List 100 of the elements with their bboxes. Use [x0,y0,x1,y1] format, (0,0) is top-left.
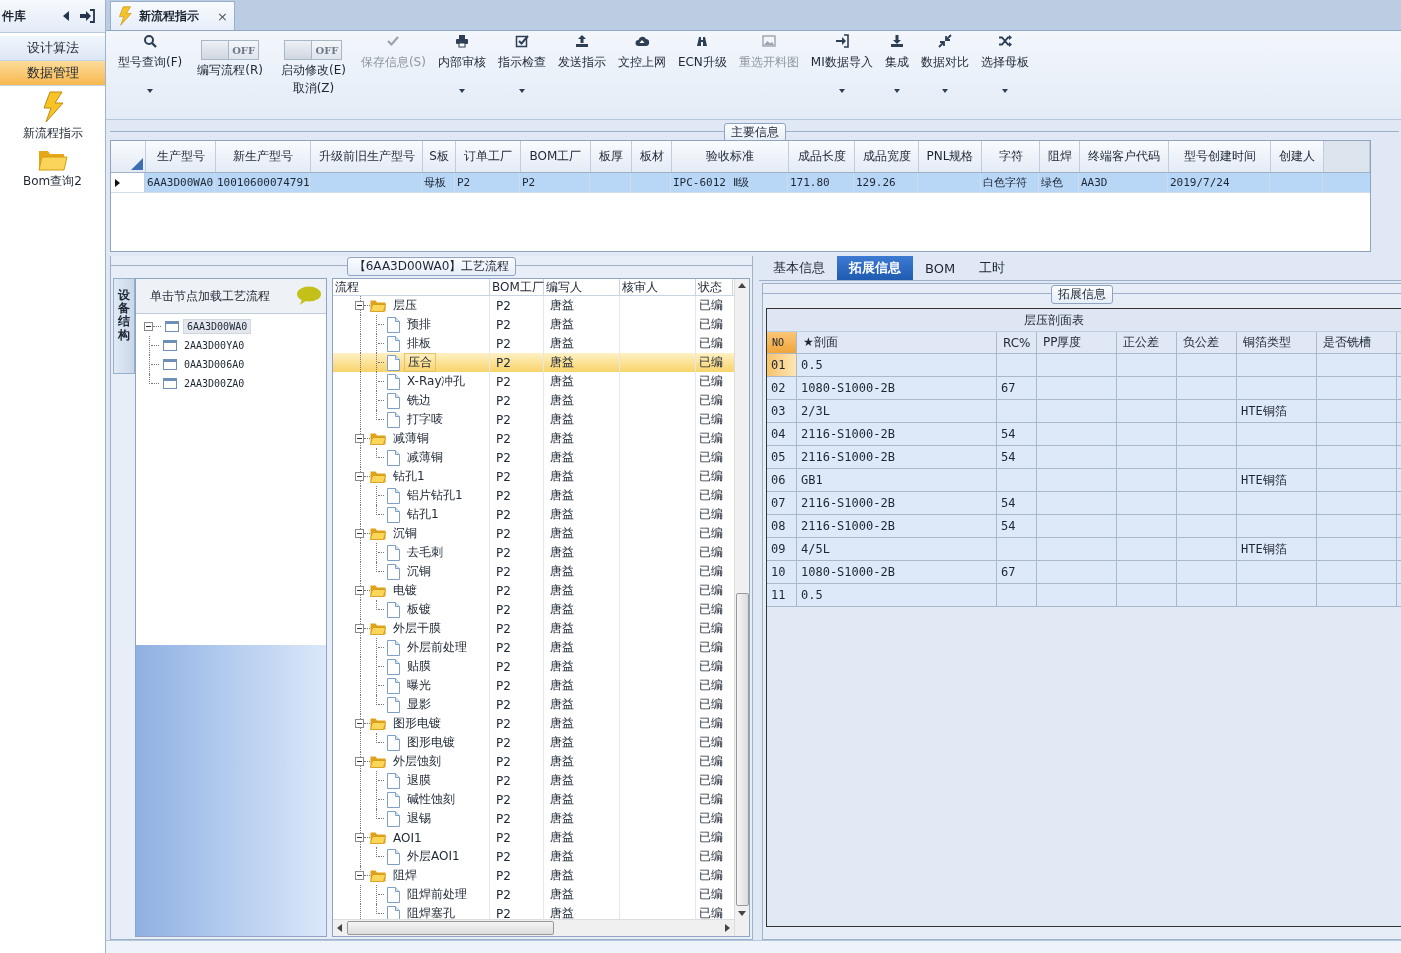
tree-node[interactable]: 外层AOI1 [404,848,463,865]
table-row[interactable]: 钻孔1 P2 唐益 已编 [333,467,734,486]
collapse-icon[interactable] [144,322,153,331]
table-row[interactable]: AOI1 P2 唐益 已编 [333,828,734,847]
collapse-icon[interactable] [355,757,364,766]
toolbar-button[interactable]: 集成 [878,34,915,100]
tree-node[interactable]: 图形电镀 [390,715,444,732]
collapse-icon[interactable] [355,624,364,633]
tree-node[interactable]: 打字唛 [404,411,446,428]
table-row[interactable]: 压合 P2 唐益 已编 [333,353,734,372]
tree-node[interactable]: 减薄铜 [404,449,446,466]
tree-node[interactable]: 2AA3D00YA0 [181,339,248,352]
table-row[interactable]: 阻焊 P2 唐益 已编 [333,866,734,885]
tree-node[interactable]: X-Ray冲孔 [404,373,469,390]
tree-node[interactable]: 铣边 [404,392,434,409]
tree-node[interactable]: 阻焊前处理 [404,886,470,903]
toolbar-button[interactable]: ECN升级 [671,34,733,100]
toolbar-button[interactable]: 文控上网 [611,34,672,100]
table-row[interactable]: 阻焊前处理 P2 唐益 已编 [333,885,734,904]
tab[interactable]: 工时 [967,256,1018,280]
table-row[interactable]: 铣边 P2 唐益 已编 [333,391,734,410]
collapse-icon[interactable] [355,871,364,880]
tree-node[interactable]: 曝光 [404,677,434,694]
tree-node[interactable]: 6AA3D00WA0 [183,319,252,334]
tree-node[interactable]: 铝片钻孔1 [404,487,466,504]
collapse-icon[interactable] [355,301,364,310]
column-header[interactable]: 新生产型号 [216,141,311,172]
tree-node[interactable]: 层压 [390,297,420,314]
column-header[interactable]: NO [767,332,797,353]
toolbar-button[interactable]: 型号查询(F) [112,34,189,100]
collapse-icon[interactable] [355,472,364,481]
close-button[interactable]: × [217,8,228,24]
column-header[interactable]: ★剖面 [797,332,997,353]
collapse-icon[interactable] [355,529,364,538]
column-header[interactable]: PP厚度 [1037,332,1117,353]
column-header[interactable]: 验收标准 [672,141,789,172]
column-header[interactable]: 成品长度 [789,141,855,172]
table-row[interactable]: 图形电镀 P2 唐益 已编 [333,733,734,752]
tree-node[interactable]: 电镀 [390,582,420,599]
column-header[interactable]: 板材 [632,141,672,172]
toolbar-button[interactable]: MI数据导入 [804,34,879,100]
tree-node[interactable]: 沉铜 [390,525,420,542]
column-header[interactable]: 型号创建时间 [1169,141,1271,172]
tree-node[interactable]: 阻焊塞孔 [404,905,458,919]
sidebar-item[interactable]: 数据管理 [0,61,105,86]
tab[interactable]: BOM [913,256,968,280]
tree-node[interactable]: 预排 [404,316,434,333]
column-header[interactable]: S板 [423,141,456,172]
table-row[interactable]: 碱性蚀刻 P2 唐益 已编 [333,790,734,809]
toolbar-button[interactable]: 选择母板 [974,34,1035,100]
column-header[interactable]: 板厚 [591,141,632,172]
tree-node[interactable]: 外层蚀刻 [390,753,444,770]
collapse-icon[interactable] [355,434,364,443]
column-header[interactable]: 核审人 [620,279,696,295]
column-header[interactable]: RC% [997,332,1037,353]
tree-node[interactable]: 钻孔1 [390,468,428,485]
column-header[interactable]: 铜箔类型 [1237,332,1317,353]
tree-node[interactable]: 外层前处理 [404,639,470,656]
column-header[interactable]: 编写人 [544,279,620,295]
tree-node[interactable]: 压合 [404,353,436,372]
column-header[interactable]: 流程 [333,279,490,295]
column-header[interactable]: 订单工厂 [456,141,521,172]
tree-node[interactable]: 显影 [404,696,434,713]
table-row[interactable]: 显影 P2 唐益 已编 [333,695,734,714]
vertical-tab[interactable]: 设备结构 [113,278,135,374]
document-tab[interactable]: 新流程指示 × [110,1,235,30]
tree-node[interactable]: 碱性蚀刻 [404,791,458,808]
tree-node[interactable]: 退锡 [404,810,434,827]
column-header[interactable]: 生产型号 [146,141,216,172]
collapse-icon[interactable] [355,719,364,728]
table-row[interactable]: 减薄铜 P2 唐益 已编 [333,448,734,467]
column-header[interactable]: 状态 [696,279,733,295]
tab[interactable]: 拓展信息 [837,256,913,280]
tree-node[interactable]: 去毛刺 [404,544,446,561]
tree-node[interactable]: 外层干膜 [390,620,444,637]
toolbar-button[interactable]: 指示检查 [491,34,552,100]
table-row[interactable]: 外层前处理 P2 唐益 已编 [333,638,734,657]
table-row[interactable]: 外层蚀刻 P2 唐益 已编 [333,752,734,771]
column-header[interactable]: 升级前旧生产型号 [311,141,423,172]
table-row[interactable]: 铝片钻孔1 P2 唐益 已编 [333,486,734,505]
tree-node[interactable]: 阻焊 [390,867,420,884]
sidebar-item[interactable]: 设计算法 [0,36,105,61]
horizontal-scrollbar[interactable] [333,919,734,936]
table-row[interactable]: 6AA3D00WA0 10010600074791 母板 P2 P2 IPC-6012 Ⅱ级 171.80 129.26 白色字符 绿色 AA3D 2019/7/24 [111,173,1370,193]
table-row[interactable]: 层压 P2 唐益 已编 [333,296,734,315]
column-header[interactable]: 成品宽度 [855,141,919,172]
toolbar-button[interactable]: 内部审核 [431,34,492,100]
toggle-switch[interactable]: OFF [284,40,343,60]
tree-node[interactable]: 贴膜 [404,658,434,675]
table-row[interactable]: 减薄铜 P2 唐益 已编 [333,429,734,448]
table-row[interactable]: 去毛刺 P2 唐益 已编 [333,543,734,562]
column-header[interactable]: 是否铣槽 [1317,332,1397,353]
table-row[interactable]: 板镀 P2 唐益 已编 [333,600,734,619]
tree-node[interactable]: 2AA3D00ZA0 [181,377,248,390]
column-header[interactable]: BOM工厂 [490,279,544,295]
table-row[interactable]: 贴膜 P2 唐益 已编 [333,657,734,676]
table-row[interactable]: 沉铜 P2 唐益 已编 [333,562,734,581]
column-header[interactable]: 正公差 [1117,332,1177,353]
column-header[interactable]: 负公差 [1177,332,1237,353]
collapse-icon[interactable] [355,586,364,595]
